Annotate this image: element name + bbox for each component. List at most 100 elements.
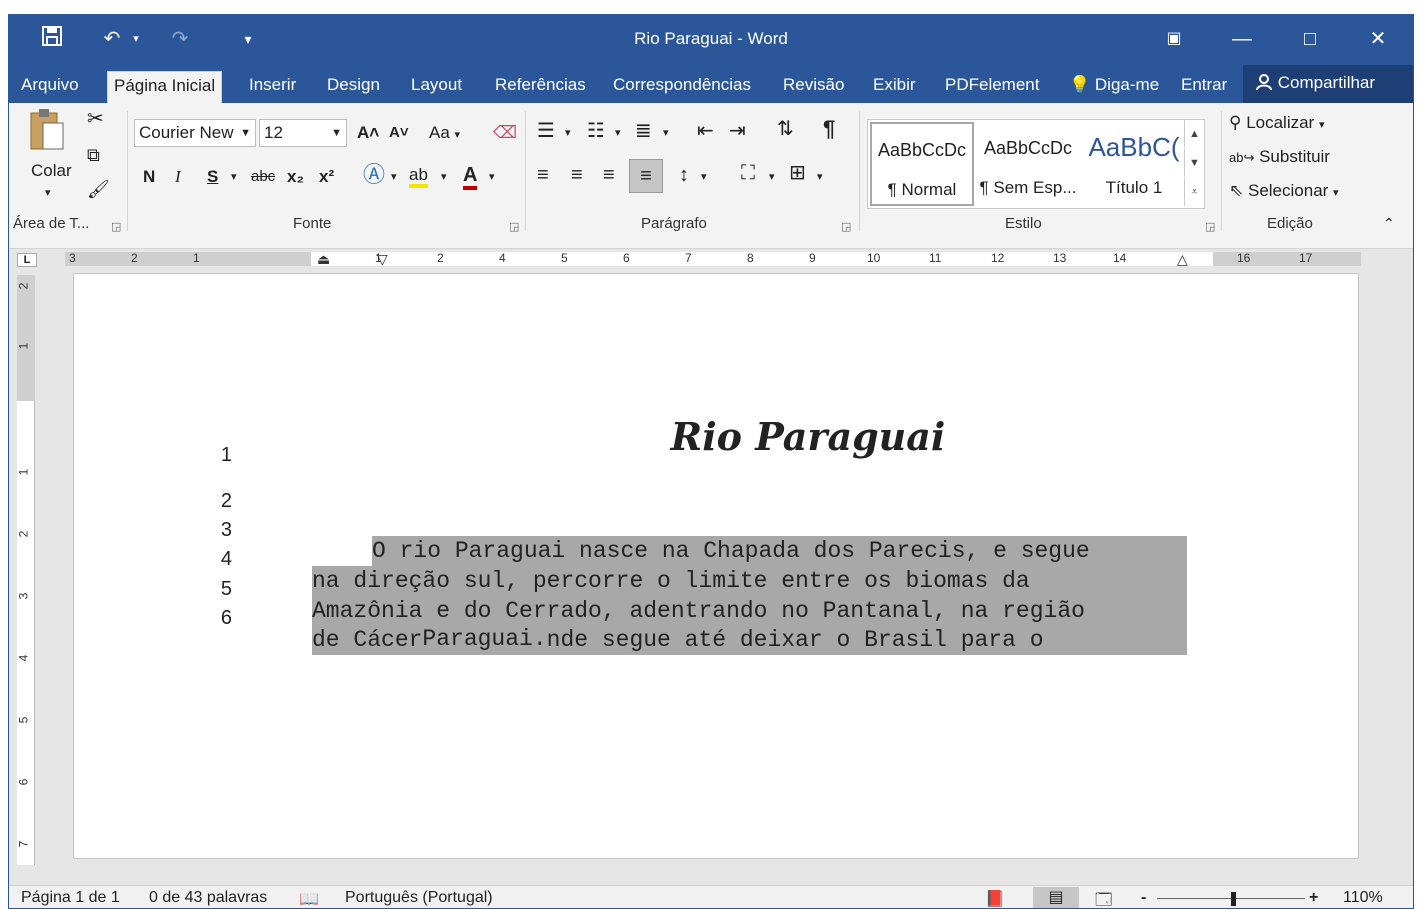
ribbon-display-options-icon[interactable]: ▣ xyxy=(1149,23,1199,55)
align-center-icon[interactable]: ≡ xyxy=(571,163,583,187)
shrink-font-button[interactable]: A˅ xyxy=(389,121,409,145)
underline-button[interactable]: S xyxy=(207,165,218,189)
tab-referencias[interactable]: Referências xyxy=(489,71,592,103)
highlight-dropdown-icon[interactable]: ▾ xyxy=(441,165,447,189)
justify-icon[interactable]: ≡ xyxy=(629,159,663,193)
bullets-dropdown-icon[interactable]: ▾ xyxy=(565,121,571,145)
tab-pagina-inicial[interactable]: Página Inicial xyxy=(107,71,223,103)
tab-correspondencias[interactable]: Correspondências xyxy=(607,71,757,103)
grow-font-button[interactable]: A˄ xyxy=(357,121,379,145)
word-count[interactable]: 0 de 43 palavras xyxy=(149,889,267,907)
decrease-indent-icon[interactable]: ⇤ xyxy=(697,119,714,143)
gallery-more-icon[interactable]: ⩡ xyxy=(1184,178,1204,206)
gallery-scroll-up-icon[interactable]: ▲ xyxy=(1184,120,1204,148)
zoom-out-button[interactable]: - xyxy=(1141,889,1146,907)
borders-dropdown-icon[interactable]: ▾ xyxy=(817,165,823,189)
multilevel-dropdown-icon[interactable]: ▾ xyxy=(663,121,669,145)
italic-button[interactable]: I xyxy=(175,165,181,189)
underline-dropdown-icon[interactable]: ▾ xyxy=(231,165,237,189)
styles-launcher-icon[interactable]: ◲ xyxy=(1205,220,1215,233)
shading-dropdown-icon[interactable]: ▾ xyxy=(769,165,775,189)
style-no-spacing[interactable]: AaBbCcDc ¶ Sem Esp... xyxy=(976,122,1080,206)
line-spacing-dropdown-icon[interactable]: ▾ xyxy=(701,165,707,189)
close-icon[interactable]: ✕ xyxy=(1353,23,1403,55)
maximize-icon[interactable]: □ xyxy=(1285,23,1335,55)
zoom-slider[interactable] xyxy=(1157,892,1305,906)
zoom-level[interactable]: 110% xyxy=(1343,889,1383,907)
zoom-slider-thumb[interactable] xyxy=(1230,892,1236,906)
clipboard-launcher-icon[interactable]: ◲ xyxy=(111,220,121,233)
strikethrough-button[interactable]: abc xyxy=(251,165,275,189)
tell-me-box[interactable]: 💡 Diga-me xyxy=(1063,71,1165,103)
tab-exibir[interactable]: Exibir xyxy=(867,71,922,103)
gallery-scroll-down-icon[interactable]: ▼ xyxy=(1184,149,1204,177)
numbering-icon[interactable]: ☷ xyxy=(587,119,605,143)
multilevel-list-icon[interactable]: ≣ xyxy=(635,119,652,143)
first-line-indent-marker-icon[interactable]: ▽ xyxy=(377,251,388,268)
paragraph-line[interactable]: na direção sul, percorre o limite entre … xyxy=(312,506,1187,596)
subscript-button[interactable]: x₂ xyxy=(287,165,304,189)
document-title[interactable]: Rio Paraguai xyxy=(74,414,1358,459)
tab-layout[interactable]: Layout xyxy=(405,71,468,103)
find-button[interactable]: ⚲ Localizar ▾ xyxy=(1229,111,1325,137)
vertical-ruler[interactable]: 2 1 1 2 3 4 5 6 7 xyxy=(16,275,35,865)
borders-icon[interactable]: ⊞ xyxy=(789,161,806,185)
tab-inserir[interactable]: Inserir xyxy=(243,71,302,103)
paste-dropdown-icon[interactable]: ▾ xyxy=(45,181,51,205)
document-page[interactable]: Rio Paraguai 1 2 3 4 5 6 O rio Paraguai … xyxy=(73,273,1359,859)
web-layout-icon[interactable]: 🗔 xyxy=(1095,889,1112,908)
show-marks-icon[interactable]: ¶ xyxy=(823,117,835,141)
tab-revisao[interactable]: Revisão xyxy=(777,71,850,103)
tab-arquivo[interactable]: Arquivo xyxy=(15,71,85,103)
minimize-icon[interactable]: — xyxy=(1217,23,1267,55)
paragraph-line[interactable]: Amazônia e do Cerrado, adentrando no Pan… xyxy=(312,536,1187,626)
tab-design[interactable]: Design xyxy=(321,71,386,103)
horizontal-ruler[interactable]: 3 2 1 1 2 4 5 6 7 8 9 10 11 12 13 14 16 … xyxy=(65,251,1361,268)
paragraph-line[interactable]: O rio Paraguai nasce na Chapada dos Pare… xyxy=(312,476,1187,566)
highlight-icon[interactable]: ab xyxy=(409,163,428,188)
paragraph-line[interactable]: de Cáceres, por onde segue até deixar o … xyxy=(312,565,1187,655)
text-effects-icon[interactable]: Ⓐ xyxy=(363,163,385,187)
language-indicator[interactable]: Português (Portugal) xyxy=(345,889,493,907)
align-left-icon[interactable]: ≡ xyxy=(537,163,549,187)
zoom-in-button[interactable]: + xyxy=(1309,889,1318,907)
replace-button[interactable]: ab↪ Substituir xyxy=(1229,145,1330,170)
font-color-icon[interactable]: A xyxy=(463,163,478,190)
bullets-icon[interactable]: ☰ xyxy=(537,119,555,143)
paste-button[interactable] xyxy=(27,107,67,162)
increase-indent-icon[interactable]: ⇥ xyxy=(729,119,746,143)
text-effects-dropdown-icon[interactable]: ▾ xyxy=(391,165,397,189)
line-spacing-icon[interactable]: ↕ xyxy=(679,163,689,187)
format-painter-icon[interactable]: 🖌 xyxy=(87,177,110,201)
style-heading-1[interactable]: AaBbC( Título 1 xyxy=(1082,122,1186,206)
print-layout-icon[interactable]: ▤ xyxy=(1033,887,1079,908)
numbering-dropdown-icon[interactable]: ▾ xyxy=(615,121,621,145)
proofing-icon[interactable]: 📖 xyxy=(299,889,319,908)
style-normal[interactable]: AaBbCcDc ¶ Normal xyxy=(870,122,974,206)
read-mode-icon[interactable]: 📕 xyxy=(985,889,1005,908)
share-button[interactable]: Compartilhar xyxy=(1243,65,1413,103)
superscript-button[interactable]: x² xyxy=(319,165,334,189)
left-indent-marker-icon[interactable]: ⏏ xyxy=(317,251,330,268)
select-button[interactable]: ⇖ Selecionar ▾ xyxy=(1229,179,1339,205)
font-name-combo[interactable]: Courier New ▼ xyxy=(134,119,256,147)
copy-icon[interactable]: ⧉ xyxy=(87,143,100,167)
bold-button[interactable]: N xyxy=(143,165,155,189)
clear-formatting-icon[interactable]: ⌫ xyxy=(493,121,517,145)
tab-selector[interactable]: L xyxy=(17,253,37,267)
font-launcher-icon[interactable]: ◲ xyxy=(509,220,519,233)
align-right-icon[interactable]: ≡ xyxy=(603,163,615,187)
font-size-combo[interactable]: 12 ▼ xyxy=(259,119,347,147)
change-case-button[interactable]: Aa ▾ xyxy=(429,121,460,147)
font-color-dropdown-icon[interactable]: ▾ xyxy=(489,165,495,189)
sort-icon[interactable]: ⇅ xyxy=(777,117,794,141)
right-indent-marker-icon[interactable]: △ xyxy=(1177,251,1188,268)
page-count[interactable]: Página 1 de 1 xyxy=(21,889,120,907)
cut-icon[interactable]: ✂ xyxy=(87,107,104,131)
shading-icon[interactable]: ⛶ xyxy=(741,161,755,185)
paragraph-launcher-icon[interactable]: ◲ xyxy=(841,220,851,233)
tab-pdfelement[interactable]: PDFelement xyxy=(939,71,1045,103)
collapse-ribbon-icon[interactable]: ⌃ xyxy=(1383,211,1395,235)
sign-in-link[interactable]: Entrar xyxy=(1175,71,1233,103)
paragraph-line[interactable]: Paraguai. xyxy=(312,594,1187,652)
